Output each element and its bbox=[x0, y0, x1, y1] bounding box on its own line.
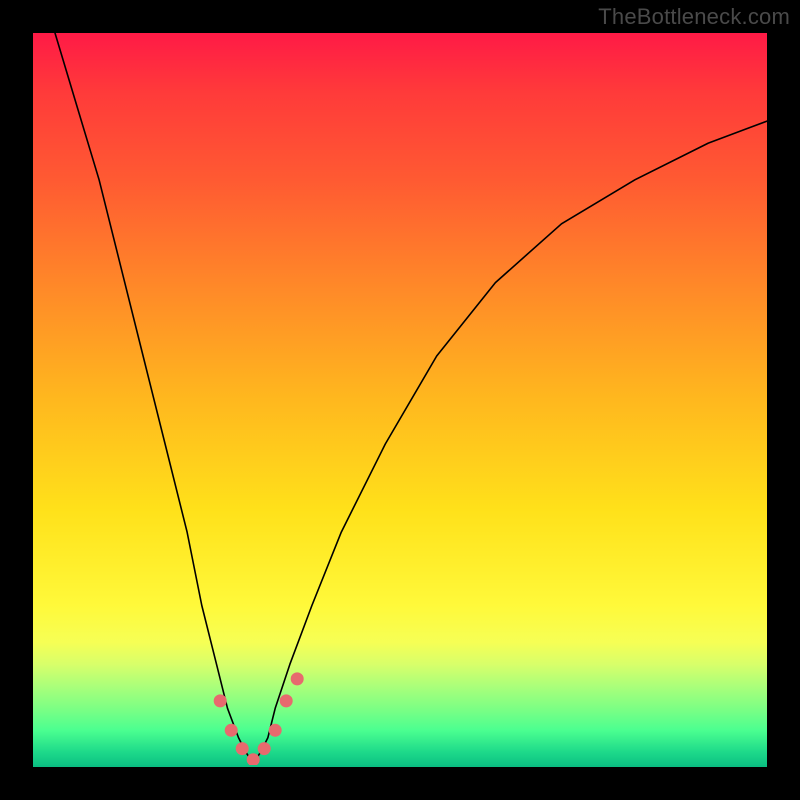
trough-marker bbox=[291, 672, 304, 685]
watermark-text: TheBottleneck.com bbox=[598, 4, 790, 30]
trough-markers bbox=[214, 672, 304, 766]
trough-marker bbox=[269, 724, 282, 737]
trough-marker bbox=[214, 694, 227, 707]
plot-area bbox=[33, 33, 767, 767]
trough-marker bbox=[225, 724, 238, 737]
curve-svg bbox=[33, 33, 767, 767]
bottleneck-curve bbox=[55, 33, 767, 763]
trough-marker bbox=[236, 742, 249, 755]
trough-marker bbox=[280, 694, 293, 707]
chart-frame: TheBottleneck.com bbox=[0, 0, 800, 800]
baseline-edge bbox=[33, 765, 767, 767]
trough-marker bbox=[258, 742, 271, 755]
